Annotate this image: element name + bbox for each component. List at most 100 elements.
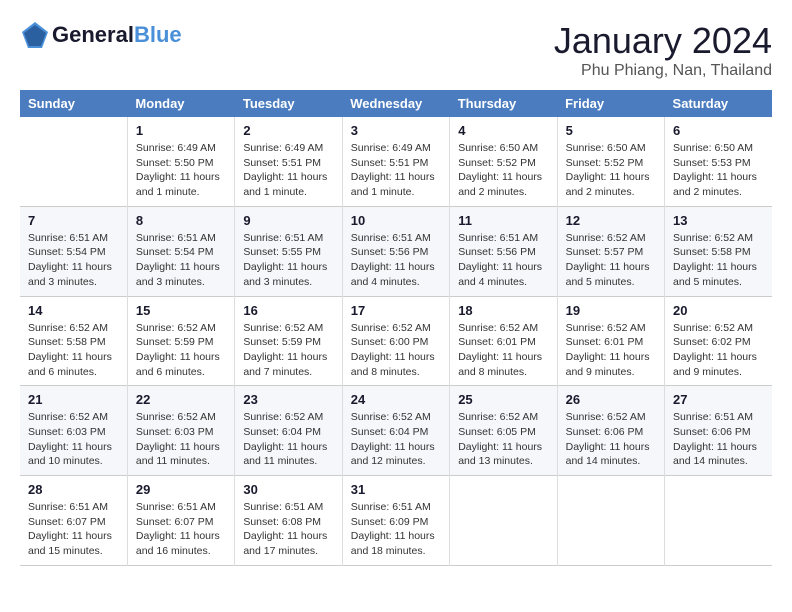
calendar-cell: 18 Sunrise: 6:52 AM Sunset: 6:01 PM Dayli… <box>450 296 557 386</box>
logo-icon <box>20 20 50 50</box>
day-number: 25 <box>458 392 548 407</box>
day-number: 19 <box>566 303 656 318</box>
day-number: 8 <box>136 213 226 228</box>
day-number: 24 <box>351 392 441 407</box>
day-number: 28 <box>28 482 119 497</box>
month-title: January 2024 <box>554 20 772 62</box>
calendar-cell <box>450 476 557 566</box>
weekday-header-saturday: Saturday <box>665 90 772 117</box>
day-info: Sunrise: 6:52 AM Sunset: 6:01 PM Dayligh… <box>566 321 656 380</box>
calendar-cell: 9Sunrise: 6:51 AM Sunset: 5:55 PM Daylig… <box>235 206 342 296</box>
calendar-cell: 4 Sunrise: 6:50 AM Sunset: 5:52 PM Daylig… <box>450 117 557 206</box>
day-number: 22 <box>136 392 226 407</box>
day-info: Sunrise: 6:51 AM Sunset: 6:06 PM Dayligh… <box>673 410 764 469</box>
calendar-cell: 8 Sunrise: 6:51 AM Sunset: 5:54 PM Daylig… <box>127 206 234 296</box>
day-info: Sunrise: 6:50 AM Sunset: 5:53 PM Dayligh… <box>673 141 764 200</box>
calendar-cell: 13 Sunrise: 6:52 AM Sunset: 5:58 PM Dayli… <box>665 206 772 296</box>
day-number: 5 <box>566 123 656 138</box>
calendar-cell: 12 Sunrise: 6:52 AM Sunset: 5:57 PM Dayli… <box>557 206 664 296</box>
day-info: Sunrise: 6:51 AM Sunset: 5:54 PM Dayligh… <box>28 231 119 290</box>
calendar-cell: 30 Sunrise: 6:51 AM Sunset: 6:08 PM Dayli… <box>235 476 342 566</box>
calendar-cell: 25 Sunrise: 6:52 AM Sunset: 6:05 PM Dayli… <box>450 386 557 476</box>
calendar-cell: 10 Sunrise: 6:51 AM Sunset: 5:56 PM Dayli… <box>342 206 449 296</box>
day-info: Sunrise: 6:51 AM Sunset: 5:54 PM Dayligh… <box>136 231 226 290</box>
calendar-cell: 27 Sunrise: 6:51 AM Sunset: 6:06 PM Dayli… <box>665 386 772 476</box>
calendar-cell: 3Sunrise: 6:49 AM Sunset: 5:51 PM Daylig… <box>342 117 449 206</box>
day-info: Sunrise: 6:50 AM Sunset: 5:52 PM Dayligh… <box>458 141 548 200</box>
calendar-cell: 11Sunrise: 6:51 AM Sunset: 5:56 PM Dayli… <box>450 206 557 296</box>
calendar-cell: 21 Sunrise: 6:52 AM Sunset: 6:03 PM Dayli… <box>20 386 127 476</box>
day-info: Sunrise: 6:51 AM Sunset: 5:56 PM Dayligh… <box>351 231 441 290</box>
calendar-week-row: 1Sunrise: 6:49 AM Sunset: 5:50 PM Daylig… <box>20 117 772 206</box>
weekday-header-monday: Monday <box>127 90 234 117</box>
calendar-cell: 20 Sunrise: 6:52 AM Sunset: 6:02 PM Dayli… <box>665 296 772 386</box>
day-info: Sunrise: 6:52 AM Sunset: 6:02 PM Dayligh… <box>673 321 764 380</box>
calendar-cell <box>557 476 664 566</box>
day-info: Sunrise: 6:51 AM Sunset: 6:09 PM Dayligh… <box>351 500 441 559</box>
weekday-header-friday: Friday <box>557 90 664 117</box>
day-info: Sunrise: 6:52 AM Sunset: 5:58 PM Dayligh… <box>28 321 119 380</box>
calendar-cell: 17 Sunrise: 6:52 AM Sunset: 6:00 PM Dayli… <box>342 296 449 386</box>
day-number: 7 <box>28 213 119 228</box>
weekday-header-sunday: Sunday <box>20 90 127 117</box>
calendar-cell: 29Sunrise: 6:51 AM Sunset: 6:07 PM Dayli… <box>127 476 234 566</box>
title-area: January 2024 Phu Phiang, Nan, Thailand <box>554 20 772 80</box>
day-info: Sunrise: 6:51 AM Sunset: 5:55 PM Dayligh… <box>243 231 333 290</box>
day-number: 4 <box>458 123 548 138</box>
day-info: Sunrise: 6:51 AM Sunset: 5:56 PM Dayligh… <box>458 231 548 290</box>
day-info: Sunrise: 6:49 AM Sunset: 5:50 PM Dayligh… <box>136 141 226 200</box>
weekday-header-wednesday: Wednesday <box>342 90 449 117</box>
calendar-cell: 15Sunrise: 6:52 AM Sunset: 5:59 PM Dayli… <box>127 296 234 386</box>
day-info: Sunrise: 6:51 AM Sunset: 6:07 PM Dayligh… <box>28 500 119 559</box>
weekday-header-row: SundayMondayTuesdayWednesdayThursdayFrid… <box>20 90 772 117</box>
day-info: Sunrise: 6:52 AM Sunset: 6:06 PM Dayligh… <box>566 410 656 469</box>
day-number: 18 <box>458 303 548 318</box>
day-info: Sunrise: 6:52 AM Sunset: 5:59 PM Dayligh… <box>136 321 226 380</box>
day-number: 10 <box>351 213 441 228</box>
calendar-week-row: 21 Sunrise: 6:52 AM Sunset: 6:03 PM Dayli… <box>20 386 772 476</box>
day-number: 26 <box>566 392 656 407</box>
day-number: 12 <box>566 213 656 228</box>
day-info: Sunrise: 6:52 AM Sunset: 5:57 PM Dayligh… <box>566 231 656 290</box>
day-number: 21 <box>28 392 119 407</box>
calendar-cell: 7 Sunrise: 6:51 AM Sunset: 5:54 PM Daylig… <box>20 206 127 296</box>
weekday-header-thursday: Thursday <box>450 90 557 117</box>
day-info: Sunrise: 6:52 AM Sunset: 6:05 PM Dayligh… <box>458 410 548 469</box>
calendar-cell: 19 Sunrise: 6:52 AM Sunset: 6:01 PM Dayli… <box>557 296 664 386</box>
calendar-cell: 28 Sunrise: 6:51 AM Sunset: 6:07 PM Dayli… <box>20 476 127 566</box>
day-info: Sunrise: 6:52 AM Sunset: 6:00 PM Dayligh… <box>351 321 441 380</box>
calendar-cell: 6 Sunrise: 6:50 AM Sunset: 5:53 PM Daylig… <box>665 117 772 206</box>
day-number: 13 <box>673 213 764 228</box>
calendar-cell: 1Sunrise: 6:49 AM Sunset: 5:50 PM Daylig… <box>127 117 234 206</box>
calendar-cell: 5Sunrise: 6:50 AM Sunset: 5:52 PM Daylig… <box>557 117 664 206</box>
day-info: Sunrise: 6:52 AM Sunset: 5:59 PM Dayligh… <box>243 321 333 380</box>
day-info: Sunrise: 6:52 AM Sunset: 5:58 PM Dayligh… <box>673 231 764 290</box>
day-info: Sunrise: 6:51 AM Sunset: 6:08 PM Dayligh… <box>243 500 333 559</box>
day-number: 20 <box>673 303 764 318</box>
calendar-week-row: 7 Sunrise: 6:51 AM Sunset: 5:54 PM Daylig… <box>20 206 772 296</box>
page-header: GeneralBlue January 2024 Phu Phiang, Nan… <box>20 20 772 80</box>
day-number: 3 <box>351 123 441 138</box>
day-number: 17 <box>351 303 441 318</box>
location: Phu Phiang, Nan, Thailand <box>554 62 772 80</box>
day-number: 23 <box>243 392 333 407</box>
logo-text: GeneralBlue <box>52 23 182 47</box>
day-number: 27 <box>673 392 764 407</box>
day-info: Sunrise: 6:52 AM Sunset: 6:04 PM Dayligh… <box>243 410 333 469</box>
logo: GeneralBlue <box>20 20 182 50</box>
day-info: Sunrise: 6:52 AM Sunset: 6:01 PM Dayligh… <box>458 321 548 380</box>
calendar-week-row: 28 Sunrise: 6:51 AM Sunset: 6:07 PM Dayli… <box>20 476 772 566</box>
day-number: 31 <box>351 482 441 497</box>
day-info: Sunrise: 6:52 AM Sunset: 6:03 PM Dayligh… <box>28 410 119 469</box>
calendar-cell: 2Sunrise: 6:49 AM Sunset: 5:51 PM Daylig… <box>235 117 342 206</box>
day-info: Sunrise: 6:52 AM Sunset: 6:04 PM Dayligh… <box>351 410 441 469</box>
day-info: Sunrise: 6:49 AM Sunset: 5:51 PM Dayligh… <box>243 141 333 200</box>
calendar-cell <box>20 117 127 206</box>
calendar-table: SundayMondayTuesdayWednesdayThursdayFrid… <box>20 90 772 566</box>
calendar-cell: 14Sunrise: 6:52 AM Sunset: 5:58 PM Dayli… <box>20 296 127 386</box>
day-info: Sunrise: 6:52 AM Sunset: 6:03 PM Dayligh… <box>136 410 226 469</box>
calendar-cell: 26 Sunrise: 6:52 AM Sunset: 6:06 PM Dayli… <box>557 386 664 476</box>
day-number: 30 <box>243 482 333 497</box>
day-number: 6 <box>673 123 764 138</box>
calendar-cell: 31 Sunrise: 6:51 AM Sunset: 6:09 PM Dayli… <box>342 476 449 566</box>
